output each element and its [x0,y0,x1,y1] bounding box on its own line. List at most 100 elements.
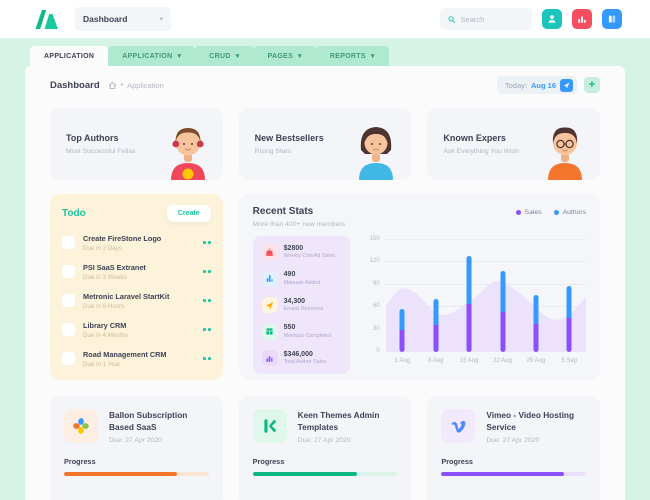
user-button[interactable] [542,9,562,29]
promo-title: New Bestsellers [255,133,324,143]
top-header: Dashboard ▾ [0,0,650,38]
progress-fill [253,472,357,476]
project-card-ballon[interactable]: Ballon Subscription Based SaaS Due: 27 A… [50,396,223,500]
girl-avatar [353,120,399,180]
project-title: Ballon Subscription Based SaaS [109,409,209,433]
promo-subtitle: Ask Everything You Wish [443,148,519,155]
tab-label: CRUD [209,53,230,60]
known-expers-card[interactable]: Known Expers Ask Everything You Wish [427,108,600,180]
new-bestsellers-card[interactable]: New Bestsellers Rising Stars [239,108,412,180]
stats-chart: 1501209060300 1 Aug8 Aug15 Aug22 Aug29 A… [364,236,586,374]
boy-red-hoodie-avatar [165,120,211,180]
todo-checkbox[interactable] [62,236,75,249]
todo-item[interactable]: Create FireStone Logo Due in 2 Days [62,228,211,257]
search-input[interactable] [461,15,524,24]
todo-checkbox[interactable] [62,352,75,365]
progress-bar [64,472,209,476]
paper-plane-icon [563,82,570,89]
todo-checkbox[interactable] [62,265,75,278]
progress-bar [253,472,398,476]
layout-button[interactable] [602,9,622,29]
tab-reports-menu[interactable]: REPORTS ▾ [316,46,389,66]
metric-manuals-added: 490 Manuals Added [262,271,341,287]
legend-label: Authors [563,209,586,216]
progress-label: Progress [64,457,209,466]
today-label: Today: [505,81,527,90]
home-icon[interactable] [108,81,117,90]
progress-fill [441,472,564,476]
todo-texts: Library CRM Due in 4 Months [83,321,195,339]
todo-item[interactable]: Road Management CRM Due in 1 Year [62,344,211,373]
tab-application-active[interactable]: APPLICATION [30,46,108,66]
promo-title: Known Expers [443,133,519,143]
todo-item[interactable]: PSI SaaS Extranet Due in 3 Weeks [62,257,211,286]
tab-crud-menu[interactable]: CRUD ▾ [195,46,253,66]
project-due: Due: 27 Apr 2020 [298,437,398,444]
search-icon [448,15,456,24]
metrics-panel: $2800 Weekly CoreAd Sales 490 Manuals Ad… [253,236,350,374]
todo-card: Todo Create Create FireStone Logo Due in… [50,194,223,380]
search-box[interactable] [440,8,532,30]
promo-subtitle: Rising Stars [255,148,324,155]
top-authors-card[interactable]: Top Authors Most Successful Fellas [50,108,223,180]
clover-logo-icon [64,409,98,443]
project-card-keenthemes[interactable]: Keen Themes Admin Templates Due: 27 Apr … [239,396,412,500]
tab-label: APPLICATION [44,53,94,60]
metric-meetups-completed: 550 Meetups Completed [262,324,341,340]
promo-title: Top Authors [66,133,136,143]
legend-dot-sales [516,210,521,215]
content-sheet: Dashboard • Application Today: Aug 16 + … [25,66,625,500]
progress-fill [64,472,177,476]
project-title: Keen Themes Admin Templates [298,409,398,433]
send-button[interactable] [560,79,573,92]
tab-application-menu[interactable]: APPLICATION ▾ [108,46,195,66]
project-title: Vimeo - Video Hosting Service [486,409,586,433]
metric-value: $2800 [284,245,335,252]
project-top: Vimeo - Video Hosting Service Due: 27 Ap… [441,409,586,444]
user-icon [547,14,557,24]
metric-label: Manuals Added [284,280,321,286]
chevron-down-icon: ▾ [298,52,302,60]
item-menu-dots-icon[interactable] [203,328,210,331]
project-texts: Keen Themes Admin Templates Due: 27 Apr … [298,409,398,444]
x-axis-labels: 1 Aug8 Aug15 Aug22 Aug29 Aug5 Sep [386,358,586,364]
stats-button[interactable] [572,9,592,29]
todo-texts: Road Management CRM Due in 1 Year [83,350,195,368]
item-menu-dots-icon[interactable] [203,357,210,360]
logo-icon [34,10,59,29]
todo-item[interactable]: Metronic Laravel StartKit Due in 8 Hours [62,286,211,315]
breadcrumb-actions: Today: Aug 16 + [497,76,600,94]
todo-item-title: Library CRM [83,321,195,330]
todo-item-title: Metronic Laravel StartKit [83,292,195,301]
promo-texts: Known Expers Ask Everything You Wish [443,133,519,155]
boy-glasses-avatar [542,120,588,180]
todo-checkbox[interactable] [62,323,75,336]
promo-texts: Top Authors Most Successful Fellas [66,133,136,155]
todo-item[interactable]: Library CRM Due in 4 Months [62,315,211,344]
item-menu-dots-icon[interactable] [203,270,210,273]
tab-label: REPORTS [330,53,366,60]
todo-item-due: Due in 1 Year [83,361,195,368]
brand-logo[interactable] [34,10,59,29]
page-title: Dashboard [50,80,100,91]
tab-pages-menu[interactable]: PAGES ▾ [254,46,316,66]
metric-total-author-sales: $346,000 Total Author Sales [262,350,341,366]
chevron-down-icon: ▾ [236,52,240,60]
todo-checkbox[interactable] [62,294,75,307]
project-card-vimeo[interactable]: Vimeo - Video Hosting Service Due: 27 Ap… [427,396,600,500]
add-button[interactable]: + [584,77,600,93]
item-menu-dots-icon[interactable] [203,299,210,302]
progress-label: Progress [441,457,586,466]
stats-subtitle: More than 400+ new members [253,221,345,228]
breadcrumb-section[interactable]: Application [127,81,164,90]
today-date-chip[interactable]: Today: Aug 16 [497,76,577,94]
tab-label: APPLICATION [122,53,172,60]
promo-subtitle: Most Successful Fellas [66,148,136,155]
metric-label: Total Author Sales [284,359,327,365]
bar-chart-icon [577,14,587,24]
dashboard-menu[interactable]: Dashboard ▾ [75,7,171,31]
project-texts: Ballon Subscription Based SaaS Due: 27 A… [109,409,209,444]
item-menu-dots-icon[interactable] [203,241,210,244]
metric-label: Emails Received [284,306,323,312]
create-button[interactable]: Create [167,205,211,222]
